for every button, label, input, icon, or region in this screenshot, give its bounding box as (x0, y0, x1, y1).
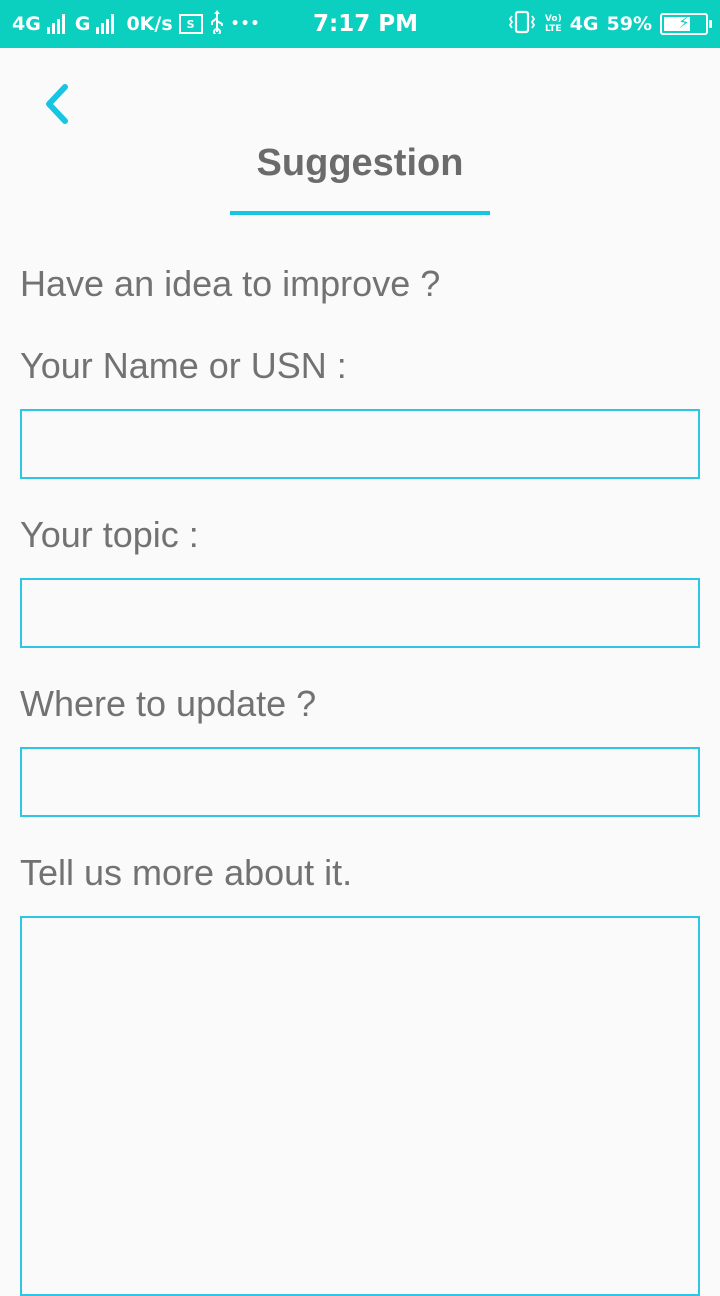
details-textarea[interactable] (20, 916, 700, 1296)
sim-icon: S (178, 14, 203, 34)
vibrate-icon (507, 10, 537, 39)
status-right: Vo) LTE 4G 59% ⚡ (507, 0, 712, 48)
name-input[interactable] (20, 409, 700, 479)
network-type-2: G (74, 13, 91, 35)
status-time: 7:17 PM (313, 11, 418, 37)
network-type-3: 4G (569, 13, 599, 35)
details-label: Tell us more about it. (20, 852, 353, 893)
signal-icon (46, 14, 65, 34)
where-label: Where to update ? (20, 683, 317, 724)
chevron-left-icon (46, 84, 68, 124)
signal-icon-2 (96, 14, 115, 34)
back-button[interactable] (34, 80, 78, 128)
network-type-1: 4G (12, 13, 41, 35)
more-notifications-icon: ••• (230, 16, 261, 32)
where-input[interactable] (20, 747, 700, 817)
battery-icon: ⚡ (660, 13, 712, 35)
status-bar: 4G G 0K/s S ••• 7:17 PM Vo) LTE 4G 59% ⚡ (0, 0, 720, 48)
intro-heading: Have an idea to improve ? (20, 263, 441, 304)
topic-input[interactable] (20, 578, 700, 648)
title-underline (230, 211, 490, 215)
volte-icon: Vo) LTE (544, 14, 562, 34)
page-title: Suggestion (256, 142, 464, 184)
data-speed: 0K/s (126, 13, 173, 35)
name-label: Your Name or USN : (20, 345, 347, 386)
status-left: 4G G 0K/s S ••• (12, 0, 261, 48)
topic-label: Your topic : (20, 514, 199, 555)
usb-icon (209, 9, 225, 39)
battery-percent: 59% (606, 13, 652, 35)
